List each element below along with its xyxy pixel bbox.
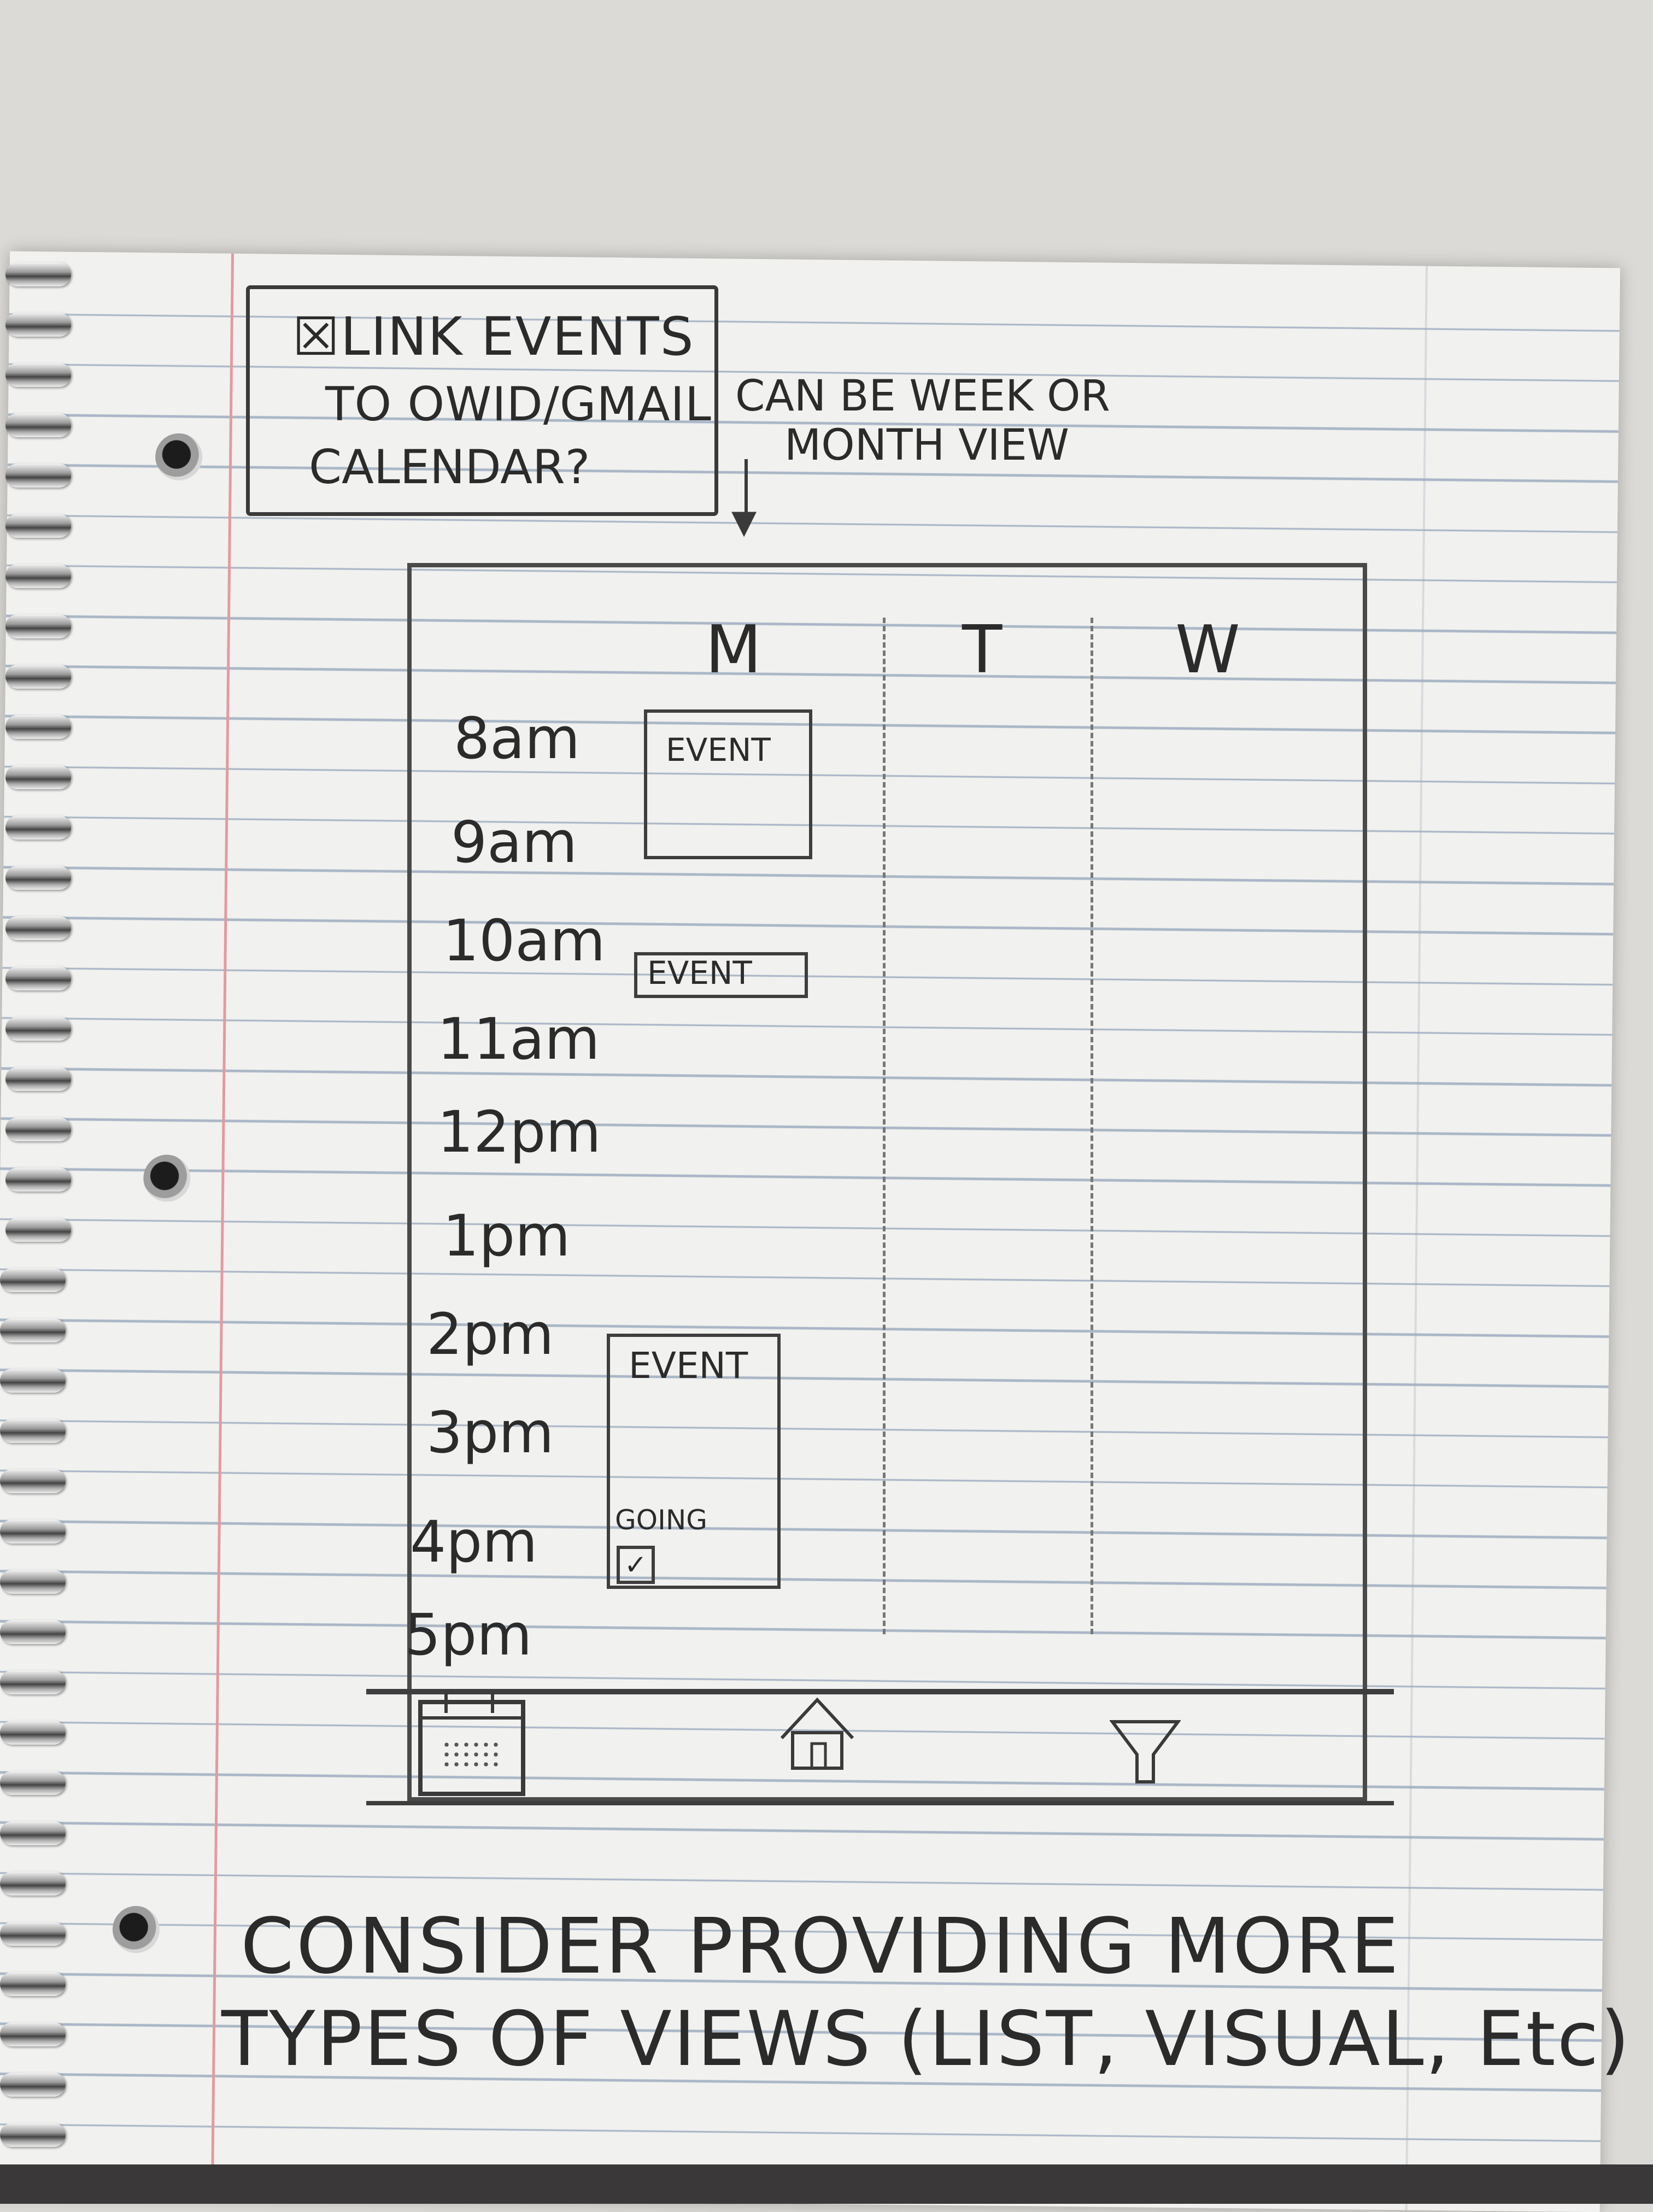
spiral-coil — [0, 1519, 66, 1544]
filter-icon[interactable] — [1110, 1716, 1181, 1787]
note-line: TO OWID/GMAIL — [325, 377, 712, 432]
spiral-coil — [0, 1922, 66, 1946]
time-label: 11am — [437, 1006, 600, 1072]
spiral-coil — [0, 1570, 66, 1594]
spiral-coil — [5, 916, 71, 940]
spiral-coil — [0, 2073, 66, 2097]
spiral-coil — [0, 1871, 66, 1896]
punch-hole — [155, 433, 203, 481]
spiral-coil — [5, 1167, 71, 1192]
spiral-coil — [0, 1268, 66, 1292]
punch-hole — [143, 1154, 191, 1202]
time-label: 5pm — [405, 1601, 532, 1668]
time-label: 10am — [443, 907, 606, 974]
time-label: 8am — [454, 705, 581, 772]
time-label: 4pm — [410, 1509, 538, 1575]
spiral-coil — [0, 1821, 66, 1845]
event-title: EVENT — [629, 1345, 748, 1387]
day-header-tuesday[interactable]: T — [962, 612, 1002, 688]
spiral-coil — [5, 966, 71, 990]
spiral-coil — [5, 262, 71, 286]
spiral-coil — [0, 1670, 66, 1694]
column-divider — [883, 618, 886, 1634]
event-title: EVENT — [666, 731, 771, 768]
time-label: 12pm — [437, 1099, 601, 1165]
spiral-coil — [0, 1620, 66, 1644]
spiral-coil — [5, 564, 71, 588]
home-icon[interactable] — [776, 1689, 858, 1771]
bottom-note-line: CONSIDER PROVIDING MORE — [241, 1902, 1401, 1991]
time-label: 2pm — [426, 1301, 554, 1368]
spiral-coil — [0, 1972, 66, 1996]
day-header-wednesday[interactable]: W — [1175, 612, 1240, 688]
spiral-coil — [5, 363, 71, 387]
going-checkbox[interactable]: ✓ — [617, 1546, 655, 1584]
spiral-coil — [0, 1419, 66, 1443]
margin-line — [210, 253, 235, 2198]
spiral-coil — [5, 815, 71, 840]
spiral-coil — [5, 514, 71, 538]
page-edge — [1405, 266, 1428, 2210]
bottom-note-line: TYPES OF VIEWS (LIST, VISUAL, Etc) — [221, 1995, 1632, 2083]
side-note-line: CAN BE WEEK OR — [735, 372, 1110, 421]
spiral-coil — [5, 1117, 71, 1141]
spiral-coil — [5, 1067, 71, 1091]
spiral-coil — [0, 1771, 66, 1795]
spiral-coil — [0, 1318, 66, 1342]
day-header-monday[interactable]: M — [705, 612, 762, 688]
spiral-coil — [0, 2022, 66, 2046]
punch-hole — [112, 1905, 160, 1953]
spiral-coil — [5, 463, 71, 488]
spiral-coil — [0, 1369, 66, 1393]
spiral-coil — [5, 413, 71, 437]
calendar-icon[interactable] — [418, 1692, 525, 1796]
column-divider — [1091, 618, 1093, 1634]
time-label: 1pm — [443, 1202, 571, 1269]
event-title: EVENT — [647, 954, 752, 991]
spiral-coil — [0, 2123, 66, 2147]
spiral-coil — [0, 1721, 66, 1745]
spiral-coil — [5, 715, 71, 739]
spiral-coil — [5, 614, 71, 638]
desk-shadow — [0, 2164, 1653, 2204]
note-line: ☒LINK EVENTS — [292, 306, 695, 367]
spiral-coil — [5, 1017, 71, 1041]
spiral-coil — [5, 665, 71, 689]
rsvp-label: GOING — [615, 1504, 707, 1536]
time-label: 3pm — [426, 1399, 554, 1466]
spiral-coil — [5, 866, 71, 890]
spiral-coil — [5, 313, 71, 337]
spiral-coil — [5, 765, 71, 789]
spiral-coil — [0, 1469, 66, 1493]
arrow-head-icon: ▼ — [731, 503, 757, 541]
spiral-coil — [5, 1218, 71, 1242]
side-note-line: MONTH VIEW — [784, 421, 1069, 470]
notebook-spiral — [0, 262, 82, 2204]
note-line: CALENDAR? — [309, 440, 590, 495]
time-label: 9am — [451, 809, 578, 876]
